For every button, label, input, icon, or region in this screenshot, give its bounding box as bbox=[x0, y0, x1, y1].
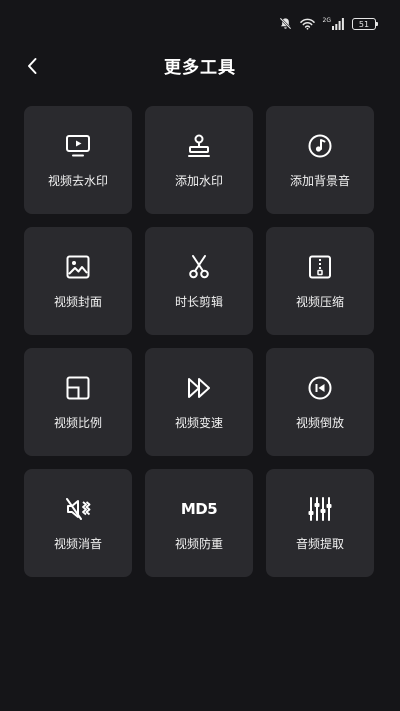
video-screen-icon bbox=[64, 132, 92, 160]
tool-label: 视频封面 bbox=[53, 295, 102, 309]
bell-muted-icon bbox=[279, 17, 292, 30]
tool-add-watermark[interactable]: 添加水印 bbox=[145, 106, 253, 214]
header: 更多工具 bbox=[0, 50, 400, 86]
tool-label: 视频倒放 bbox=[295, 416, 344, 430]
tool-video-mute[interactable]: 视频消音 bbox=[24, 469, 132, 577]
tool-grid: 视频去水印 添加水印 添加背景音 视频封面 时长剪辑 视频压缩 视频比例 视频变… bbox=[24, 106, 374, 577]
tool-label: 视频防重 bbox=[174, 537, 223, 551]
aspect-ratio-icon bbox=[64, 374, 92, 402]
tool-video-watermark-removal[interactable]: 视频去水印 bbox=[24, 106, 132, 214]
tool-label: 视频压缩 bbox=[295, 295, 344, 309]
tool-label: 视频比例 bbox=[53, 416, 102, 430]
tool-label: 添加背景音 bbox=[289, 174, 350, 188]
rewind-icon bbox=[306, 374, 334, 402]
status-bar: 2G 51 bbox=[0, 0, 400, 50]
stamp-icon bbox=[185, 132, 213, 160]
tool-label: 视频去水印 bbox=[47, 174, 108, 188]
tool-video-aspect-ratio[interactable]: 视频比例 bbox=[24, 348, 132, 456]
image-icon bbox=[64, 253, 92, 281]
tool-label: 时长剪辑 bbox=[174, 295, 223, 309]
tool-label: 视频变速 bbox=[174, 416, 223, 430]
scissors-icon bbox=[185, 253, 213, 281]
tool-label: 添加水印 bbox=[174, 174, 223, 188]
tool-video-compress[interactable]: 视频压缩 bbox=[266, 227, 374, 335]
tool-video-dedup[interactable]: MD5 视频防重 bbox=[145, 469, 253, 577]
cellular-signal-icon: 2G bbox=[322, 16, 344, 30]
wifi-icon bbox=[299, 18, 315, 30]
tool-video-cover[interactable]: 视频封面 bbox=[24, 227, 132, 335]
tool-video-reverse[interactable]: 视频倒放 bbox=[266, 348, 374, 456]
tool-label: 音频提取 bbox=[295, 537, 344, 551]
page-title: 更多工具 bbox=[164, 58, 236, 78]
tool-video-speed[interactable]: 视频变速 bbox=[145, 348, 253, 456]
zip-file-icon bbox=[306, 253, 334, 281]
md5-icon: MD5 bbox=[181, 495, 218, 523]
network-type-label: 2G bbox=[322, 16, 331, 24]
md5-icon-text: MD5 bbox=[180, 500, 218, 518]
music-note-icon bbox=[306, 132, 334, 160]
tool-audio-extract[interactable]: 音频提取 bbox=[266, 469, 374, 577]
mute-speaker-icon bbox=[64, 495, 92, 523]
tool-add-background-music[interactable]: 添加背景音 bbox=[266, 106, 374, 214]
fast-forward-icon bbox=[185, 374, 213, 402]
tool-label: 视频消音 bbox=[53, 537, 102, 551]
battery-indicator: 51 bbox=[352, 17, 378, 30]
equalizer-icon bbox=[306, 495, 334, 523]
status-icons: 2G 51 bbox=[279, 16, 378, 30]
tool-duration-trim[interactable]: 时长剪辑 bbox=[145, 227, 253, 335]
